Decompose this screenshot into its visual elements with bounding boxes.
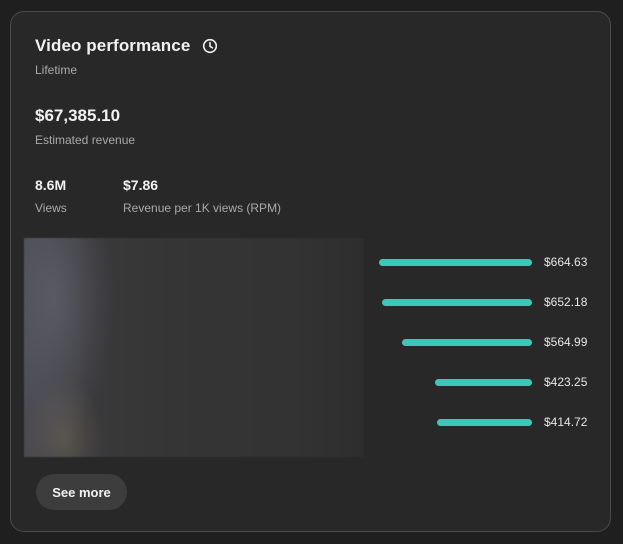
bar-row: $664.63	[371, 253, 601, 273]
card-title: Video performance	[35, 36, 191, 55]
clock-icon[interactable]	[202, 38, 218, 54]
rpm-stat: $7.86 Revenue per 1K views (RPM)	[123, 177, 281, 215]
see-more-button[interactable]: See more	[36, 474, 127, 510]
bar-row: $423.25	[371, 373, 601, 393]
revenue-bar	[402, 339, 532, 346]
views-label: Views	[35, 201, 67, 215]
bar-row: $414.72	[371, 413, 601, 433]
bar-row: $652.18	[371, 293, 601, 313]
bar-value-label: $664.63	[544, 255, 588, 269]
title-row: Video performance	[35, 36, 218, 56]
bar-value-label: $564.99	[544, 335, 588, 349]
bar-value-label: $423.25	[544, 375, 588, 389]
bar-value-label: $652.18	[544, 295, 588, 309]
video-performance-card: Video performance Lifetime $67,385.10 Es…	[10, 11, 611, 532]
views-value: 8.6M	[35, 177, 67, 193]
revenue-bar	[435, 379, 532, 386]
video-thumbnail[interactable]	[24, 238, 364, 457]
bar-row: $564.99	[371, 333, 601, 353]
rpm-label: Revenue per 1K views (RPM)	[123, 201, 282, 215]
revenue-bar-chart: $664.63 $652.18 $564.99 $423.25 $414.72	[371, 238, 601, 457]
revenue-bar	[437, 419, 532, 426]
revenue-bar	[382, 299, 532, 306]
estimated-revenue-label: Estimated revenue	[35, 133, 136, 147]
bar-value-label: $414.72	[544, 415, 588, 429]
rpm-value: $7.86	[123, 177, 159, 193]
views-stat: 8.6M Views	[35, 177, 67, 215]
estimated-revenue-value: $67,385.10	[35, 106, 121, 125]
period-label: Lifetime	[35, 63, 78, 77]
revenue-bar	[379, 259, 532, 266]
